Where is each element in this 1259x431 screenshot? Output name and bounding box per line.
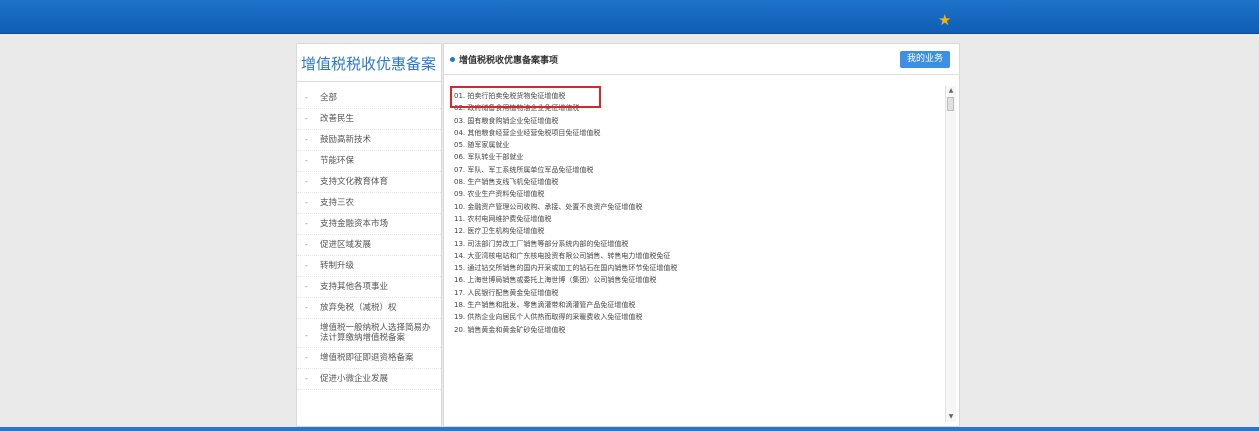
sidebar-divider [297, 81, 441, 82]
star-icon[interactable]: ★ [938, 13, 952, 28]
sidebar-item-label: 促进区域发展 [320, 240, 372, 250]
my-business-button[interactable]: 我的业务 [900, 51, 950, 68]
sidebar-item-label: 放弃免税（减税）权 [320, 303, 397, 313]
category-sidebar: 增值税税收优惠备案 - 全部 - 改善民生 - 鼓励高新技术 - 节能环保 - 支持文化教… [296, 43, 442, 427]
bullet-icon: - [305, 114, 308, 123]
panel-header: 增值税税收优惠备案事项 我的业务 [444, 44, 959, 75]
filing-item-list: 01. 拍卖行拍卖免税货物免征增值税 02. 政府储备食用植物油企业免征增值税 … [454, 90, 939, 422]
sidebar-item-culture[interactable]: - 支持文化教育体育 [297, 172, 441, 193]
list-item[interactable]: 11. 农村电网维护费免征增值税 [454, 213, 939, 225]
bullet-icon: - [305, 261, 308, 270]
list-item[interactable]: 07. 军队、军工系统所属单位军品免征增值税 [454, 164, 939, 176]
sidebar-item-label: 全部 [320, 93, 338, 103]
list-item[interactable]: 19. 供热企业向居民个人供热而取得的采暖费收入免征增值税 [454, 311, 939, 323]
bullet-icon: - [305, 219, 308, 228]
sidebar-title: 增值税税收优惠备案 [301, 55, 437, 73]
list-item[interactable]: 08. 生产销售支线飞机免征增值税 [454, 176, 939, 188]
bullet-icon: - [305, 198, 308, 207]
bullet-dot-icon [450, 57, 455, 62]
filing-items-panel: 增值税税收优惠备案事项 我的业务 01. 拍卖行拍卖免税货物免征增值税 02. … [443, 43, 960, 427]
bullet-icon: - [305, 303, 308, 312]
list-item[interactable]: 15. 通过钻交所销售的国内开采或加工的钻石在国内销售环节免征增值税 [454, 262, 939, 274]
bullet-icon: - [305, 353, 308, 362]
sidebar-item-agriculture[interactable]: - 支持三农 [297, 193, 441, 214]
list-item[interactable]: 14. 大亚湾核电站和广东核电投资有限公司销售、转售电力增值税免征 [454, 250, 939, 262]
sidebar-item-label: 节能环保 [320, 156, 355, 166]
sidebar-item-hightech[interactable]: - 鼓励高新技术 [297, 130, 441, 151]
panel-title: 增值税税收优惠备案事项 [459, 56, 559, 66]
bullet-icon: - [305, 374, 308, 383]
bottom-divider [0, 427, 1259, 431]
sidebar-item-environment[interactable]: - 节能环保 [297, 151, 441, 172]
sidebar-item-label: 增值税一般纳税人选择简易办法计算缴纳增值税备案 [320, 323, 431, 343]
list-item[interactable]: 03. 国有粮食购销企业免征增值税 [454, 115, 939, 127]
bullet-icon: - [305, 282, 308, 291]
list-item[interactable]: 09. 农业生产资料免征增值税 [454, 188, 939, 200]
list-item[interactable]: 16. 上海世博局销售或委托上海世博（集团）公司销售免征增值税 [454, 274, 939, 286]
sidebar-item-label: 改善民生 [320, 114, 355, 124]
list-item[interactable]: 05. 随军家属就业 [454, 139, 939, 151]
selected-item-highlight [450, 86, 601, 108]
sidebar-item-region[interactable]: - 促进区域发展 [297, 235, 441, 256]
sidebar-item-waiver[interactable]: - 放弃免税（减税）权 [297, 298, 441, 319]
bullet-icon: - [305, 93, 308, 102]
bullet-icon: - [305, 156, 308, 165]
list-item[interactable]: 06. 军队转业干部就业 [454, 151, 939, 163]
sidebar-item-simplified[interactable]: - 增值税一般纳税人选择简易办法计算缴纳增值税备案 [297, 319, 441, 348]
bullet-icon: - [305, 331, 308, 340]
sidebar-item-label: 支持文化教育体育 [320, 177, 389, 187]
sidebar-item-label: 增值税即征即退资格备案 [320, 353, 414, 363]
list-item[interactable]: 04. 其他粮食经营企业经营免税项目免征增值税 [454, 127, 939, 139]
sidebar-item-refund[interactable]: - 增值税即征即退资格备案 [297, 348, 441, 369]
list-scrollbar[interactable]: ▲ ▼ [945, 86, 956, 422]
bullet-icon: - [305, 177, 308, 186]
list-item[interactable]: 10. 金融资产管理公司收购、承接、处置不良资产免征增值税 [454, 201, 939, 213]
sidebar-item-livelihood[interactable]: - 改善民生 [297, 109, 441, 130]
scroll-thumb[interactable] [947, 97, 954, 111]
sidebar-item-upgrade[interactable]: - 转制升级 [297, 256, 441, 277]
top-banner: ★ [0, 0, 1259, 34]
list-item[interactable]: 18. 生产销售和批发、零售滴灌带和滴灌管产品免征增值税 [454, 299, 939, 311]
sidebar-item-finance[interactable]: - 支持金融资本市场 [297, 214, 441, 235]
sidebar-item-label: 支持三农 [320, 198, 355, 208]
bullet-icon: - [305, 240, 308, 249]
sidebar-item-all[interactable]: - 全部 [297, 88, 441, 109]
bullet-icon: - [305, 135, 308, 144]
sidebar-item-label: 支持其他各项事业 [320, 282, 389, 292]
sidebar-item-label: 促进小微企业发展 [320, 374, 389, 384]
sidebar-item-label: 鼓励高新技术 [320, 135, 372, 145]
scroll-down-arrow-icon[interactable]: ▼ [946, 412, 956, 422]
scroll-up-arrow-icon[interactable]: ▲ [946, 86, 956, 96]
sidebar-item-label: 支持金融资本市场 [320, 219, 389, 229]
list-item[interactable]: 17. 人民银行配售黄金免征增值税 [454, 287, 939, 299]
sidebar-item-label: 转制升级 [320, 261, 355, 271]
sidebar-item-small-business[interactable]: - 促进小微企业发展 [297, 369, 441, 390]
list-item[interactable]: 12. 医疗卫生机构免征增值税 [454, 225, 939, 237]
category-nav-list: - 全部 - 改善民生 - 鼓励高新技术 - 节能环保 - 支持文化教育体育 - 支持三农 … [297, 88, 441, 390]
list-item[interactable]: 13. 司法部门劳改工厂销售等部分系统内部的免征增值税 [454, 238, 939, 250]
list-item[interactable]: 20. 销售黄金和黄金矿砂免征增值税 [454, 324, 939, 336]
sidebar-item-other[interactable]: - 支持其他各项事业 [297, 277, 441, 298]
